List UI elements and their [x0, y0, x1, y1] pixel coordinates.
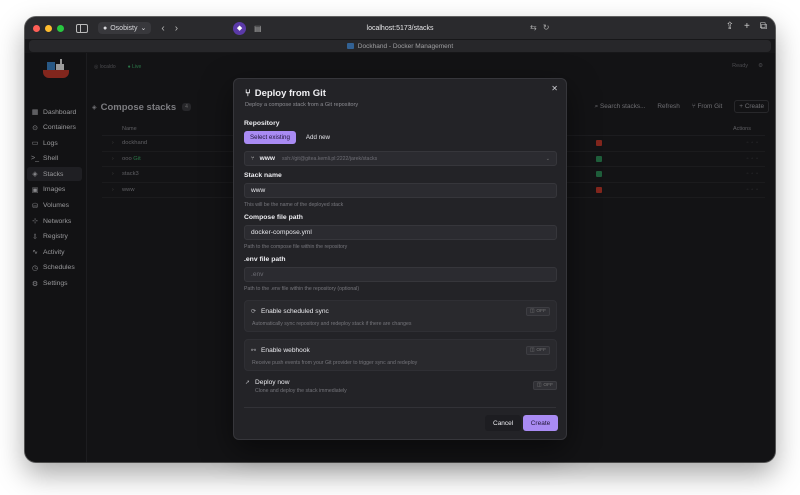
cancel-button[interactable]: Cancel	[485, 415, 522, 431]
url-text[interactable]: localhost:5173/stacks	[367, 25, 434, 32]
forward-icon[interactable]: ›	[175, 23, 178, 34]
profile-name: Osobisty	[110, 24, 138, 32]
create-button[interactable]: Create	[523, 415, 558, 431]
minimize-window-button[interactable]	[45, 24, 52, 32]
webhook-icon: ⚯	[251, 348, 257, 354]
repository-label: Repository	[244, 120, 280, 127]
git-branch-icon: ⑂	[245, 88, 251, 99]
stack-name-help: This will be the name of the deployed st…	[244, 202, 344, 208]
chevron-down-icon: ⌄	[545, 155, 550, 162]
browser-titlebar: ● Osobisty ⌄ ‹ › ◆ ▤ localhost:5173/stac…	[25, 17, 775, 39]
toolbar-right: ⇪ + ⧉	[726, 21, 767, 32]
dialog-title-text: Deploy from Git	[254, 88, 326, 99]
profile-switcher[interactable]: ● Osobisty ⌄	[98, 22, 152, 34]
new-tab-icon[interactable]: +	[744, 21, 750, 32]
share-icon[interactable]: ⇪	[726, 21, 734, 32]
repository-name: www	[259, 155, 275, 162]
scheduled-sync-text: Enable scheduled sync	[261, 308, 329, 315]
deploy-from-git-dialog: ✕ ⑂ Deploy from Git Deploy a compose sta…	[233, 78, 567, 440]
toggle-state: OFF	[543, 383, 553, 388]
address-bar-actions: ⇆ ↻	[530, 23, 549, 32]
add-new-button[interactable]: Add new	[300, 131, 336, 144]
tab-overview-icon[interactable]: ⧉	[760, 21, 767, 32]
dialog-subtitle: Deploy a compose stack from a Git reposi…	[245, 102, 359, 108]
compose-path-value: docker-compose.yml	[251, 229, 312, 236]
env-path-help: Path to the .env file within the reposit…	[244, 286, 360, 292]
stack-name-value: www	[251, 187, 266, 194]
compose-path-help: Path to the compose file within the repo…	[244, 244, 348, 250]
webhook-card: ⚯ Enable webhook Receive push events fro…	[244, 339, 557, 371]
repository-mode-toggle: Select existing Add new	[244, 131, 336, 144]
webhook-title: ⚯ Enable webhook	[251, 347, 310, 354]
history-nav: ‹ ›	[161, 23, 178, 34]
scheduled-sync-desc: Automatically sync repository and redepl…	[252, 321, 412, 327]
privacy-shield-icon[interactable]: ▤	[254, 24, 262, 33]
person-icon: ●	[103, 24, 108, 32]
toggle-icon: ◫	[529, 309, 535, 314]
extension-icon[interactable]: ◆	[233, 21, 247, 35]
back-icon[interactable]: ‹	[161, 23, 164, 34]
window-controls	[33, 24, 64, 32]
env-path-field[interactable]: .env	[244, 267, 557, 282]
dialog-title: ⑂ Deploy from Git	[245, 88, 326, 99]
select-existing-button[interactable]: Select existing	[244, 131, 296, 144]
reload-icon[interactable]: ↻	[543, 23, 550, 32]
toggle-icon: ◫	[529, 348, 535, 353]
scheduled-sync-toggle[interactable]: ◫ OFF	[525, 307, 550, 316]
compose-path-field[interactable]: docker-compose.yml	[244, 225, 557, 240]
translate-icon[interactable]: ⇆	[530, 23, 537, 32]
webhook-desc: Receive push events from your Git provid…	[252, 360, 418, 366]
deploy-now-text: Deploy now	[255, 379, 290, 386]
compose-path-label: Compose file path	[244, 214, 303, 221]
zoom-window-button[interactable]	[57, 24, 64, 32]
chevron-down-icon: ⌄	[140, 25, 147, 32]
rocket-icon: ➚	[245, 380, 251, 386]
close-window-button[interactable]	[33, 24, 40, 32]
repository-select[interactable]: ⑂ www ssh://git@gitea.kemli.pl:2222/jare…	[244, 151, 557, 166]
env-path-placeholder: .env	[251, 271, 264, 278]
deploy-now-toggle[interactable]: ◫ OFF	[532, 381, 557, 390]
toggle-state: OFF	[536, 309, 546, 314]
sync-icon: ⟳	[251, 309, 257, 315]
deploy-now-title: ➚ Deploy now	[245, 379, 289, 386]
sidebar-toggle-icon[interactable]	[76, 23, 88, 33]
dialog-divider	[244, 407, 556, 408]
repository-url: ssh://git@gitea.kemli.pl:2222/jarek/stac…	[282, 155, 378, 162]
webhook-text: Enable webhook	[261, 347, 310, 354]
git-icon: ⑂	[251, 155, 255, 162]
webhook-toggle[interactable]: ◫ OFF	[525, 346, 550, 355]
toggle-icon: ◫	[536, 383, 542, 388]
stack-name-label: Stack name	[244, 172, 282, 179]
env-path-label: .env file path	[244, 256, 286, 263]
scheduled-sync-card: ⟳ Enable scheduled sync Automatically sy…	[244, 300, 557, 332]
close-icon[interactable]: ✕	[551, 84, 558, 93]
toggle-state: OFF	[536, 348, 546, 353]
deploy-now-row: ➚ Deploy now Clone and deploy the stack …	[244, 379, 557, 397]
scheduled-sync-title: ⟳ Enable scheduled sync	[251, 308, 329, 315]
deploy-now-desc: Clone and deploy the stack immediately	[255, 388, 347, 394]
stack-name-field[interactable]: www	[244, 183, 557, 198]
